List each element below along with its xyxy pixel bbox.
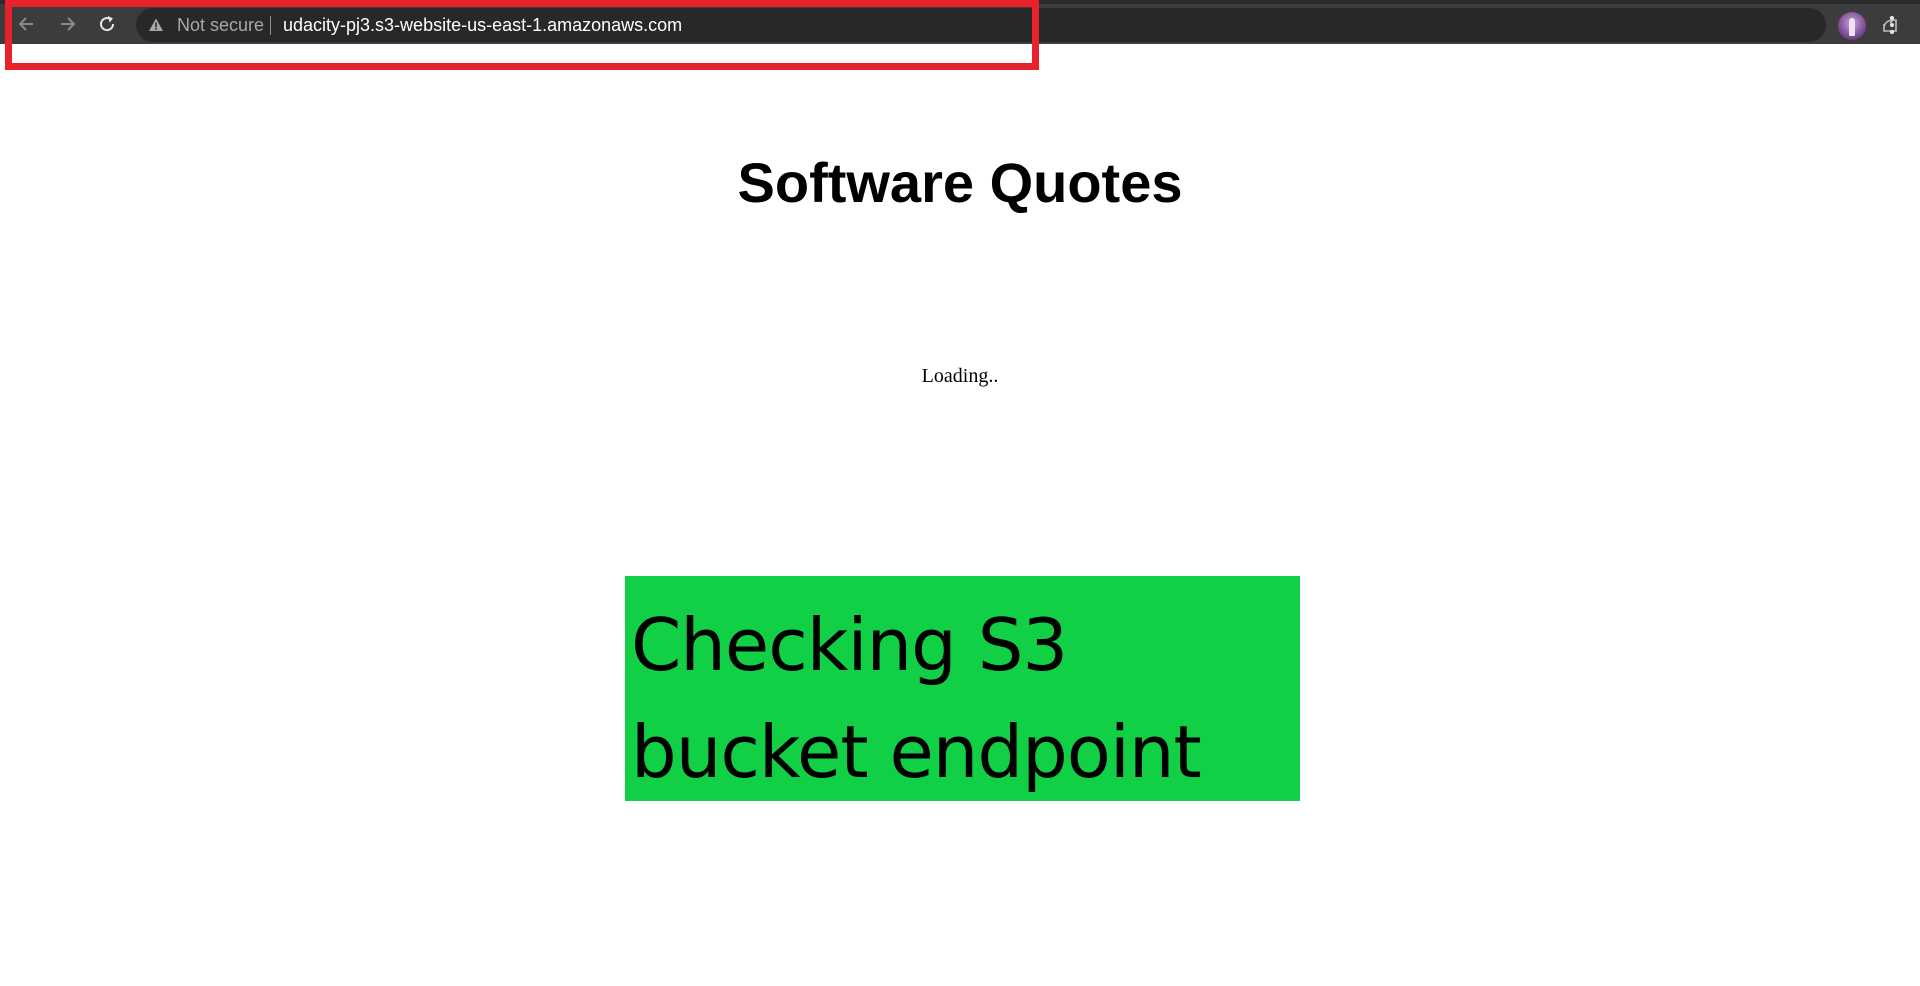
profile-avatar[interactable] (1838, 12, 1866, 40)
security-status-label[interactable]: Not secure (177, 15, 264, 35)
warning-triangle-icon (149, 18, 163, 31)
banner-line-2: bucket endpoint (631, 710, 1202, 794)
loading-text: Loading.. (921, 365, 999, 387)
reload-button[interactable] (91, 8, 123, 40)
address-bar[interactable]: Not secure udacity-pj3.s3-website-us-eas… (136, 8, 1897, 42)
page-title: Software Quotes (737, 151, 1183, 214)
arrow-left-icon (18, 17, 33, 31)
avatar-figure (1849, 18, 1855, 36)
arrow-right-icon (61, 17, 76, 31)
omnibox-separator (270, 16, 271, 35)
browser-toolbar: Not secure udacity-pj3.s3-website-us-eas… (0, 0, 1920, 44)
forward-button[interactable] (51, 8, 83, 40)
url-text[interactable]: udacity-pj3.s3-website-us-east-1.amazona… (283, 15, 682, 35)
back-button[interactable] (11, 8, 43, 40)
browser-window: Not secure udacity-pj3.s3-website-us-eas… (0, 0, 1920, 986)
s3-endpoint-banner: Checking S3 bucket endpoint (625, 576, 1300, 801)
browser-menu-button[interactable] (1880, 10, 1904, 40)
reload-icon (100, 16, 115, 32)
kebab-menu-icon (1890, 16, 1894, 34)
banner-line-1: Checking S3 (631, 603, 1068, 687)
